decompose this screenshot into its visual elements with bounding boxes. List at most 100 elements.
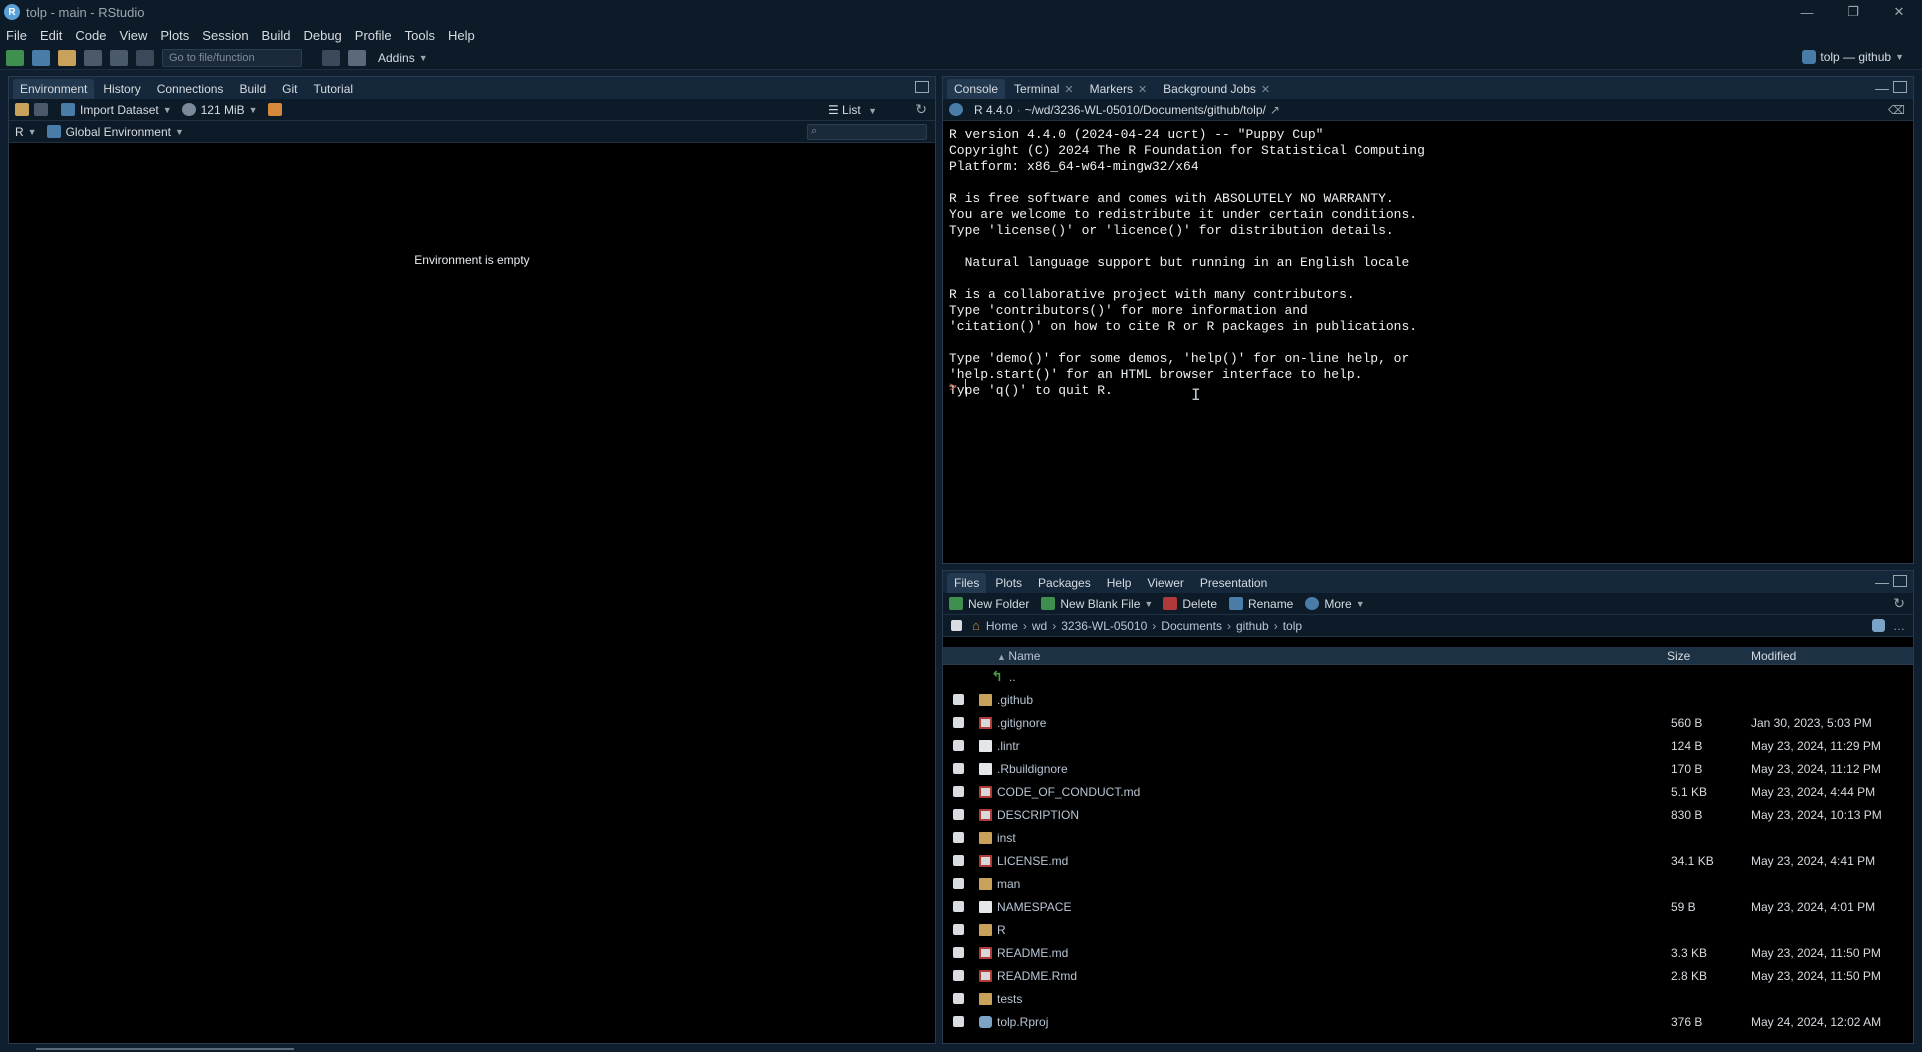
addins-menu[interactable]: Addins (378, 51, 415, 65)
file-row[interactable]: README.md 3.3 KB May 23, 2024, 11:50 PM (943, 941, 1913, 964)
file-row[interactable]: .lintr 124 B May 23, 2024, 11:29 PM (943, 734, 1913, 757)
save-icon[interactable] (84, 49, 102, 66)
breadcrumb-item[interactable]: Home (986, 619, 1018, 633)
file-name-link[interactable]: LICENSE.md (997, 854, 1671, 868)
close-button[interactable]: ✕ (1876, 0, 1922, 24)
project-selector[interactable]: tolp — github ▼ (1802, 50, 1914, 64)
file-row[interactable]: DESCRIPTION 830 B May 23, 2024, 10:13 PM (943, 803, 1913, 826)
breadcrumb-item[interactable]: wd (1032, 619, 1047, 633)
environment-search-input[interactable]: ⌕ (807, 124, 927, 140)
file-row[interactable]: R (943, 918, 1913, 941)
tab-presentation[interactable]: Presentation (1193, 573, 1274, 593)
tab-background-jobs[interactable]: Background Jobs ✕ (1156, 79, 1277, 99)
file-checkbox[interactable] (952, 740, 964, 751)
menu-plots[interactable]: Plots (160, 28, 189, 43)
refresh-icon[interactable]: ↻ (915, 101, 927, 118)
file-row[interactable]: .github (943, 688, 1913, 711)
file-row[interactable]: tolp.Rproj 376 B May 24, 2024, 12:02 AM (943, 1010, 1913, 1033)
file-name-link[interactable]: .github (997, 693, 1671, 707)
file-name-link[interactable]: man (997, 877, 1671, 891)
file-checkbox[interactable] (952, 993, 964, 1004)
tab-history[interactable]: History (96, 79, 147, 99)
horizontal-scrollbar[interactable] (36, 1048, 294, 1050)
tab-connections[interactable]: Connections (150, 79, 231, 99)
breadcrumb-item[interactable]: Documents (1161, 619, 1222, 633)
load-workspace-icon[interactable] (15, 103, 29, 116)
menu-debug[interactable]: Debug (303, 28, 341, 43)
file-row[interactable]: CODE_OF_CONDUCT.md 5.1 KB May 23, 2024, 4:… (943, 780, 1913, 803)
working-directory-label[interactable]: ~/wd/3236-WL-05010/Documents/github/tolp… (1025, 103, 1266, 117)
file-checkbox[interactable] (952, 694, 964, 705)
restore-button[interactable]: ❐ (1830, 0, 1876, 24)
more-options-icon[interactable]: … (1893, 619, 1905, 633)
tab-git[interactable]: Git (275, 79, 304, 99)
go-to-directory-icon[interactable]: ↗ (1270, 103, 1280, 117)
select-all-checkbox[interactable] (951, 620, 962, 631)
language-select[interactable]: R (15, 125, 24, 139)
minimize-pane-icon[interactable] (1875, 583, 1889, 585)
tab-tutorial[interactable]: Tutorial (306, 79, 360, 99)
menu-code[interactable]: Code (75, 28, 106, 43)
import-dataset-button[interactable]: Import Dataset (80, 103, 159, 117)
tab-markers[interactable]: Markers ✕ (1083, 79, 1155, 99)
file-name-link[interactable]: DESCRIPTION (997, 808, 1671, 822)
file-row[interactable]: LICENSE.md 34.1 KB May 23, 2024, 4:41 PM (943, 849, 1913, 872)
file-name-link[interactable]: tolp.Rproj (997, 1015, 1671, 1029)
file-row[interactable]: inst (943, 826, 1913, 849)
file-row[interactable]: tests (943, 987, 1913, 1010)
file-checkbox[interactable] (952, 878, 964, 889)
file-checkbox[interactable] (952, 832, 964, 843)
tab-viewer[interactable]: Viewer (1140, 573, 1190, 593)
tab-packages[interactable]: Packages (1031, 573, 1098, 593)
maximize-pane-icon[interactable] (1893, 575, 1907, 587)
project-directory-icon[interactable] (1872, 619, 1885, 632)
console-prompt[interactable]: > (949, 380, 957, 395)
home-icon[interactable]: ⌂ (972, 618, 980, 633)
file-name-link[interactable]: tests (997, 992, 1671, 1006)
file-row[interactable]: NAMESPACE 59 B May 23, 2024, 4:01 PM (943, 895, 1913, 918)
save-all-icon[interactable] (110, 49, 128, 66)
menu-view[interactable]: View (119, 28, 147, 43)
menu-help[interactable]: Help (448, 28, 475, 43)
code-tools-icon[interactable] (322, 49, 340, 66)
menu-profile[interactable]: Profile (355, 28, 392, 43)
close-tab-icon[interactable]: ✕ (1138, 83, 1147, 96)
file-row[interactable]: .Rbuildignore 170 B May 23, 2024, 11:12 PM (943, 757, 1913, 780)
file-name-link[interactable]: .gitignore (997, 716, 1671, 730)
new-project-icon[interactable] (32, 49, 50, 66)
file-name-link[interactable]: R (997, 923, 1671, 937)
parent-directory-link[interactable]: .. (1009, 670, 1683, 684)
modified-column-header[interactable]: Modified (1751, 649, 1796, 663)
menu-edit[interactable]: Edit (40, 28, 62, 43)
breadcrumb-item[interactable]: github (1236, 619, 1269, 633)
file-checkbox[interactable] (952, 809, 964, 820)
breadcrumb-item[interactable]: tolp (1283, 619, 1302, 633)
tab-environment[interactable]: Environment (13, 79, 95, 99)
tab-build[interactable]: Build (232, 79, 273, 99)
tab-plots[interactable]: Plots (988, 573, 1029, 593)
file-row[interactable]: README.Rmd 2.8 KB May 23, 2024, 11:50 PM (943, 964, 1913, 987)
file-row[interactable]: .gitignore 560 B Jan 30, 2023, 5:03 PM (943, 711, 1913, 734)
menu-tools[interactable]: Tools (405, 28, 435, 43)
refresh-icon[interactable]: ↻ (1893, 595, 1905, 612)
menu-build[interactable]: Build (262, 28, 291, 43)
open-file-icon[interactable] (58, 49, 76, 66)
menu-file[interactable]: File (6, 28, 27, 43)
file-name-link[interactable]: inst (997, 831, 1671, 845)
size-column-header[interactable]: Size (1667, 649, 1751, 663)
delete-button[interactable]: Delete (1182, 597, 1217, 611)
file-checkbox[interactable] (952, 924, 964, 935)
file-checkbox[interactable] (952, 855, 964, 866)
breadcrumb-item[interactable]: 3236-WL-05010 (1061, 619, 1147, 633)
pane-restore-icon[interactable] (915, 81, 929, 93)
file-checkbox[interactable] (952, 970, 964, 981)
maximize-pane-icon[interactable] (1893, 81, 1907, 93)
tab-terminal[interactable]: Terminal ✕ (1007, 79, 1081, 99)
global-environment-select[interactable]: Global Environment (66, 125, 171, 139)
new-blank-file-button[interactable]: New Blank File (1060, 597, 1140, 611)
file-checkbox[interactable] (952, 786, 964, 797)
close-tab-icon[interactable]: ✕ (1261, 83, 1270, 96)
file-name-link[interactable]: .Rbuildignore (997, 762, 1671, 776)
name-column-header[interactable]: ▲ Name (997, 649, 1667, 663)
view-mode-select[interactable]: ☰ List ▼ (828, 103, 887, 117)
